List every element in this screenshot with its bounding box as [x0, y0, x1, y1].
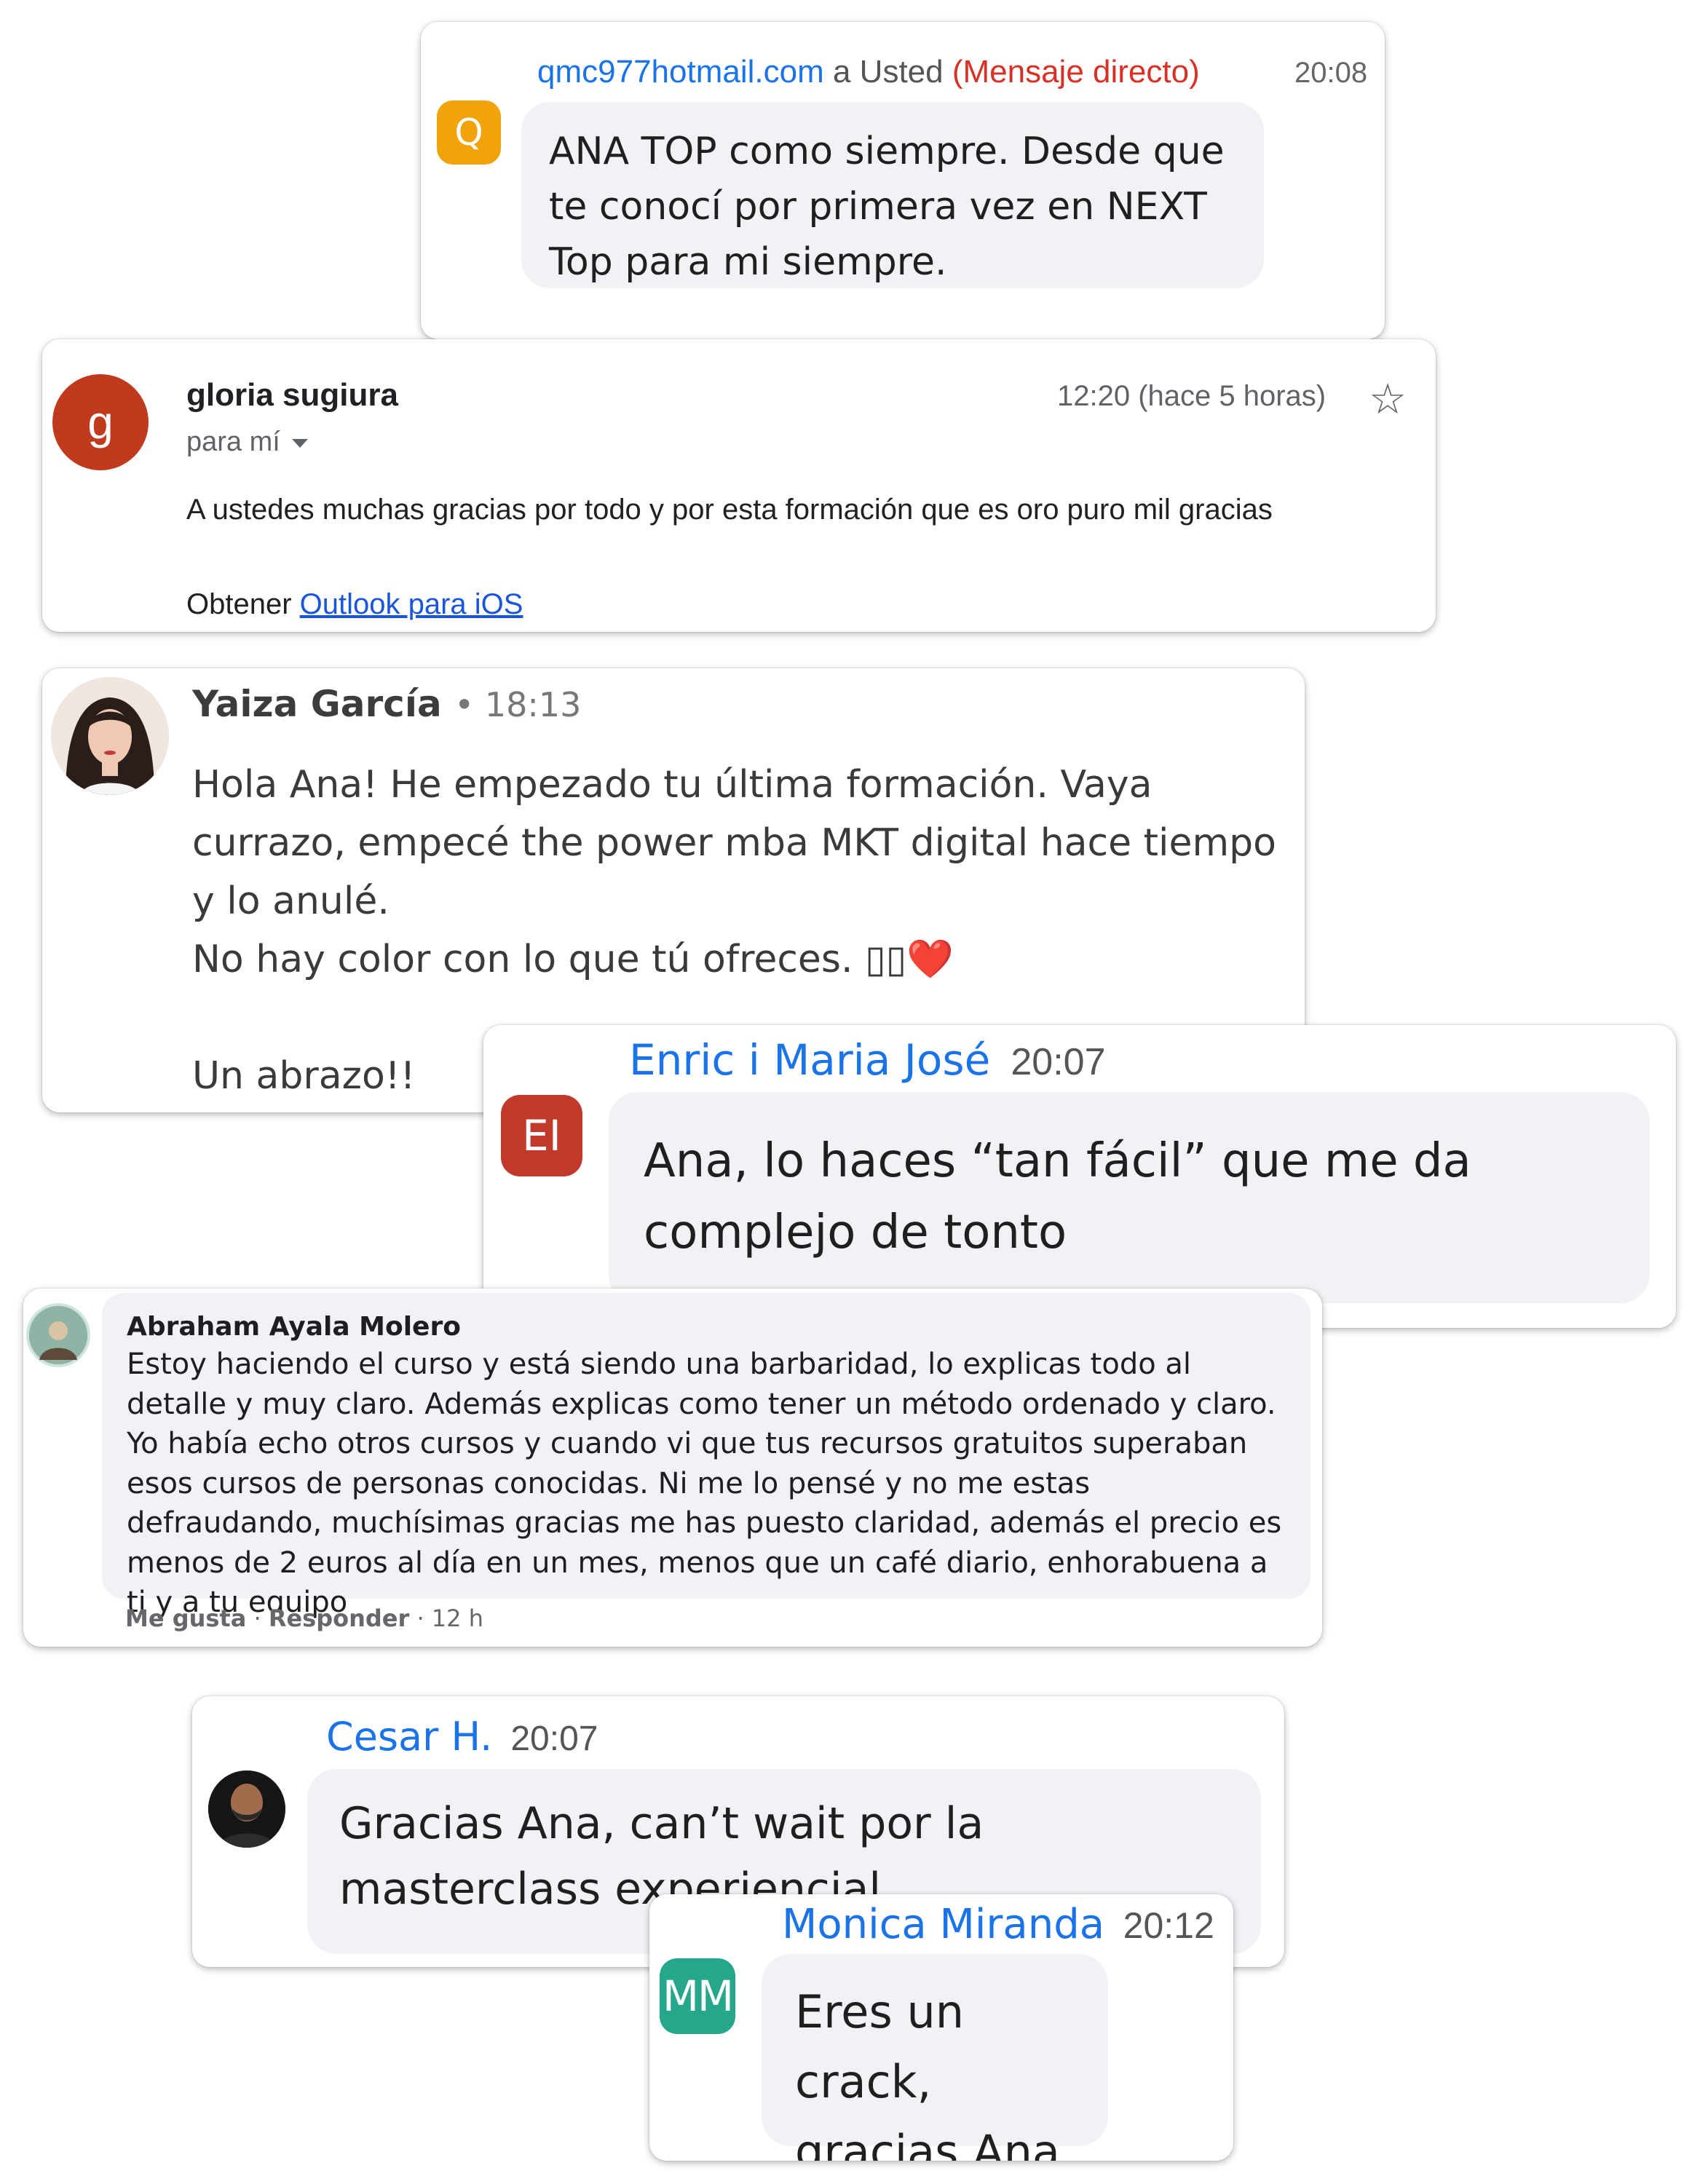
comment-text: Estoy haciendo el curso y está siendo un… — [127, 1348, 1282, 1619]
sender-name[interactable]: Cesar H. — [326, 1714, 492, 1760]
sender-avatar[interactable]: Q — [437, 100, 501, 165]
recipient-dropdown[interactable]: para mí — [186, 427, 308, 458]
email-signature: Obtener Outlook para iOS — [186, 588, 523, 621]
message-header: Monica Miranda 20:12 — [782, 1900, 1214, 1948]
person-photo-icon — [208, 1770, 285, 1848]
sender-name[interactable]: Monica Miranda — [782, 1901, 1104, 1948]
message-bubble: ANA TOP como siempre. Desde que te conoc… — [521, 102, 1264, 288]
message-time: • 18:13 — [454, 685, 582, 724]
comment-actions: Me gusta · Responder · 12 h — [125, 1605, 483, 1632]
sender-name-text[interactable]: Yaiza García — [192, 683, 442, 725]
sender-avatar[interactable]: MM — [660, 1958, 735, 2034]
email-body: A ustedes muchas gracias por todo y por … — [186, 494, 1273, 526]
sender-email[interactable]: qmc977hotmail.com — [537, 54, 824, 90]
like-button[interactable]: Me gusta — [125, 1605, 246, 1632]
comment-bubble: Abraham Ayala Molero Estoy haciendo el c… — [102, 1293, 1310, 1619]
message-line: No hay color con lo que tú ofreces. ▯▯❤️ — [192, 938, 954, 981]
star-icon[interactable]: ☆ — [1369, 374, 1407, 424]
sender-avatar[interactable]: EI — [501, 1095, 582, 1176]
message-bubble: Ana, lo haces “tan fácil” que me da comp… — [609, 1092, 1650, 1303]
caret-down-icon[interactable] — [291, 438, 308, 448]
comment-age[interactable]: 12 h — [432, 1605, 483, 1632]
person-photo-icon — [51, 677, 169, 795]
separator: · — [253, 1605, 261, 1632]
sender-name[interactable]: gloria sugiura — [186, 377, 398, 414]
message-card-qmc: Q qmc977hotmail.com a Usted (Mensaje dir… — [421, 22, 1385, 339]
sender-name[interactable]: Enric i Maria José — [629, 1035, 990, 1085]
direct-message-label: (Mensaje directo) — [952, 54, 1200, 90]
commenter-name[interactable]: Abraham Ayala Molero — [127, 1312, 1286, 1342]
recipient-label: para mí — [186, 427, 280, 457]
recipient-label: a Usted — [832, 54, 944, 90]
message-time: 20:07 — [510, 1720, 598, 1758]
message-time: 20:08 — [1294, 57, 1368, 89]
message-header: Cesar H. 20:07 — [326, 1714, 598, 1760]
message-card-enric: EI Enric i Maria José 20:07 Ana, lo hace… — [483, 1025, 1676, 1328]
profile-photo[interactable] — [26, 1303, 90, 1367]
sender-avatar[interactable]: g — [52, 374, 149, 470]
email-card-gloria: g gloria sugiura para mí 12:20 (hace 5 h… — [42, 339, 1436, 632]
message-line: Hola Ana! He empezado tu última formació… — [192, 763, 1276, 923]
message-card-monica: MM Monica Miranda 20:12 Eres un crack, g… — [649, 1894, 1233, 2161]
signature-prefix: Obtener — [186, 588, 292, 620]
message-bubble: Eres un crack, gracias Ana🥳 — [762, 1954, 1108, 2161]
profile-photo[interactable] — [51, 677, 169, 795]
reply-button[interactable]: Responder — [269, 1605, 409, 1632]
message-header: Enric i Maria José 20:07 — [629, 1035, 1106, 1085]
outlook-ios-link[interactable]: Outlook para iOS — [300, 588, 523, 620]
profile-photo[interactable] — [208, 1770, 285, 1848]
separator: · — [416, 1605, 424, 1632]
message-header: qmc977hotmail.com a Usted (Mensaje direc… — [537, 54, 1367, 90]
email-time: 12:20 (hace 5 horas) — [1057, 380, 1327, 412]
sender-name: Yaiza García • 18:13 — [192, 683, 581, 725]
person-photo-icon — [29, 1306, 87, 1364]
comment-card-abraham: Abraham Ayala Molero Estoy haciendo el c… — [23, 1289, 1322, 1647]
message-time: 20:07 — [1011, 1041, 1106, 1083]
message-time: 20:12 — [1123, 1905, 1214, 1946]
